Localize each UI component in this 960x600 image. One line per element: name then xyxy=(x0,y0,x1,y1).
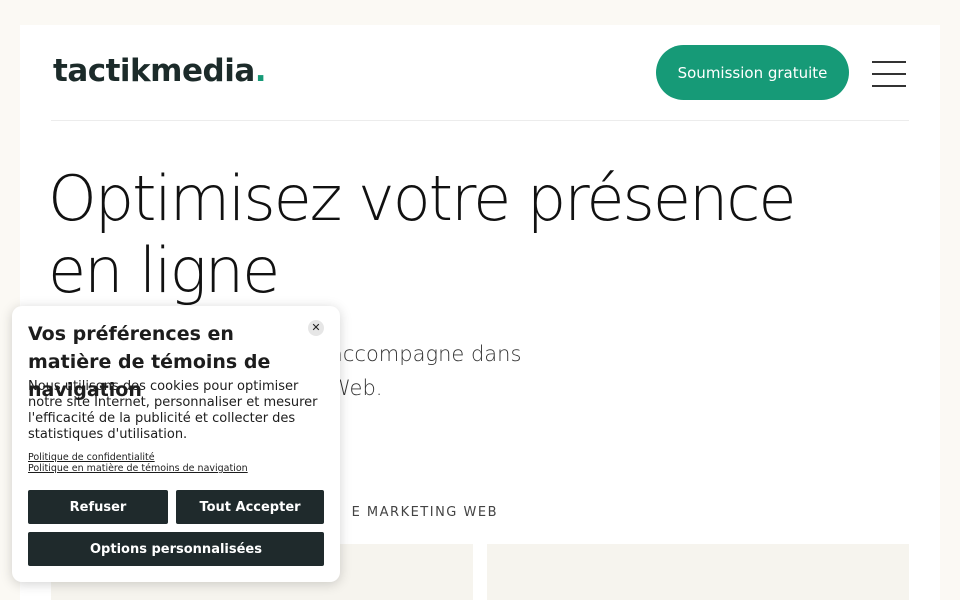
menu-line xyxy=(872,61,906,63)
close-icon[interactable]: ✕ xyxy=(308,320,324,336)
hamburger-icon[interactable] xyxy=(872,61,906,87)
refuse-cookies-button[interactable]: Refuser xyxy=(28,490,168,524)
cookie-banner: Vos préférences en matière de témoins de… xyxy=(12,306,340,582)
custom-options-button[interactable]: Options personnalisées xyxy=(28,532,324,566)
site-logo[interactable]: tactikmedia. xyxy=(53,53,267,89)
header-divider xyxy=(51,120,909,121)
cookie-policy-link[interactable]: Politique en matière de témoins de navig… xyxy=(28,463,328,474)
privacy-policy-link[interactable]: Politique de confidentialité xyxy=(28,452,328,463)
hero-subtitle-text: accompagne dans Web. xyxy=(330,342,522,400)
hero-title: Optimisez votre présence en ligne xyxy=(48,162,797,307)
service-card[interactable] xyxy=(487,544,909,600)
accept-all-cookies-button[interactable]: Tout Accepter xyxy=(176,490,324,524)
logo-dot: . xyxy=(254,53,267,89)
menu-line xyxy=(872,73,906,75)
cookie-banner-text: Nous utilisons des cookies pour optimise… xyxy=(28,379,318,442)
menu-line xyxy=(872,85,906,87)
logo-text: tactikmedia xyxy=(53,53,255,89)
free-quote-button[interactable]: Soumission gratuite xyxy=(656,45,849,100)
site-header: tactikmedia. Soumission gratuite xyxy=(20,25,940,121)
